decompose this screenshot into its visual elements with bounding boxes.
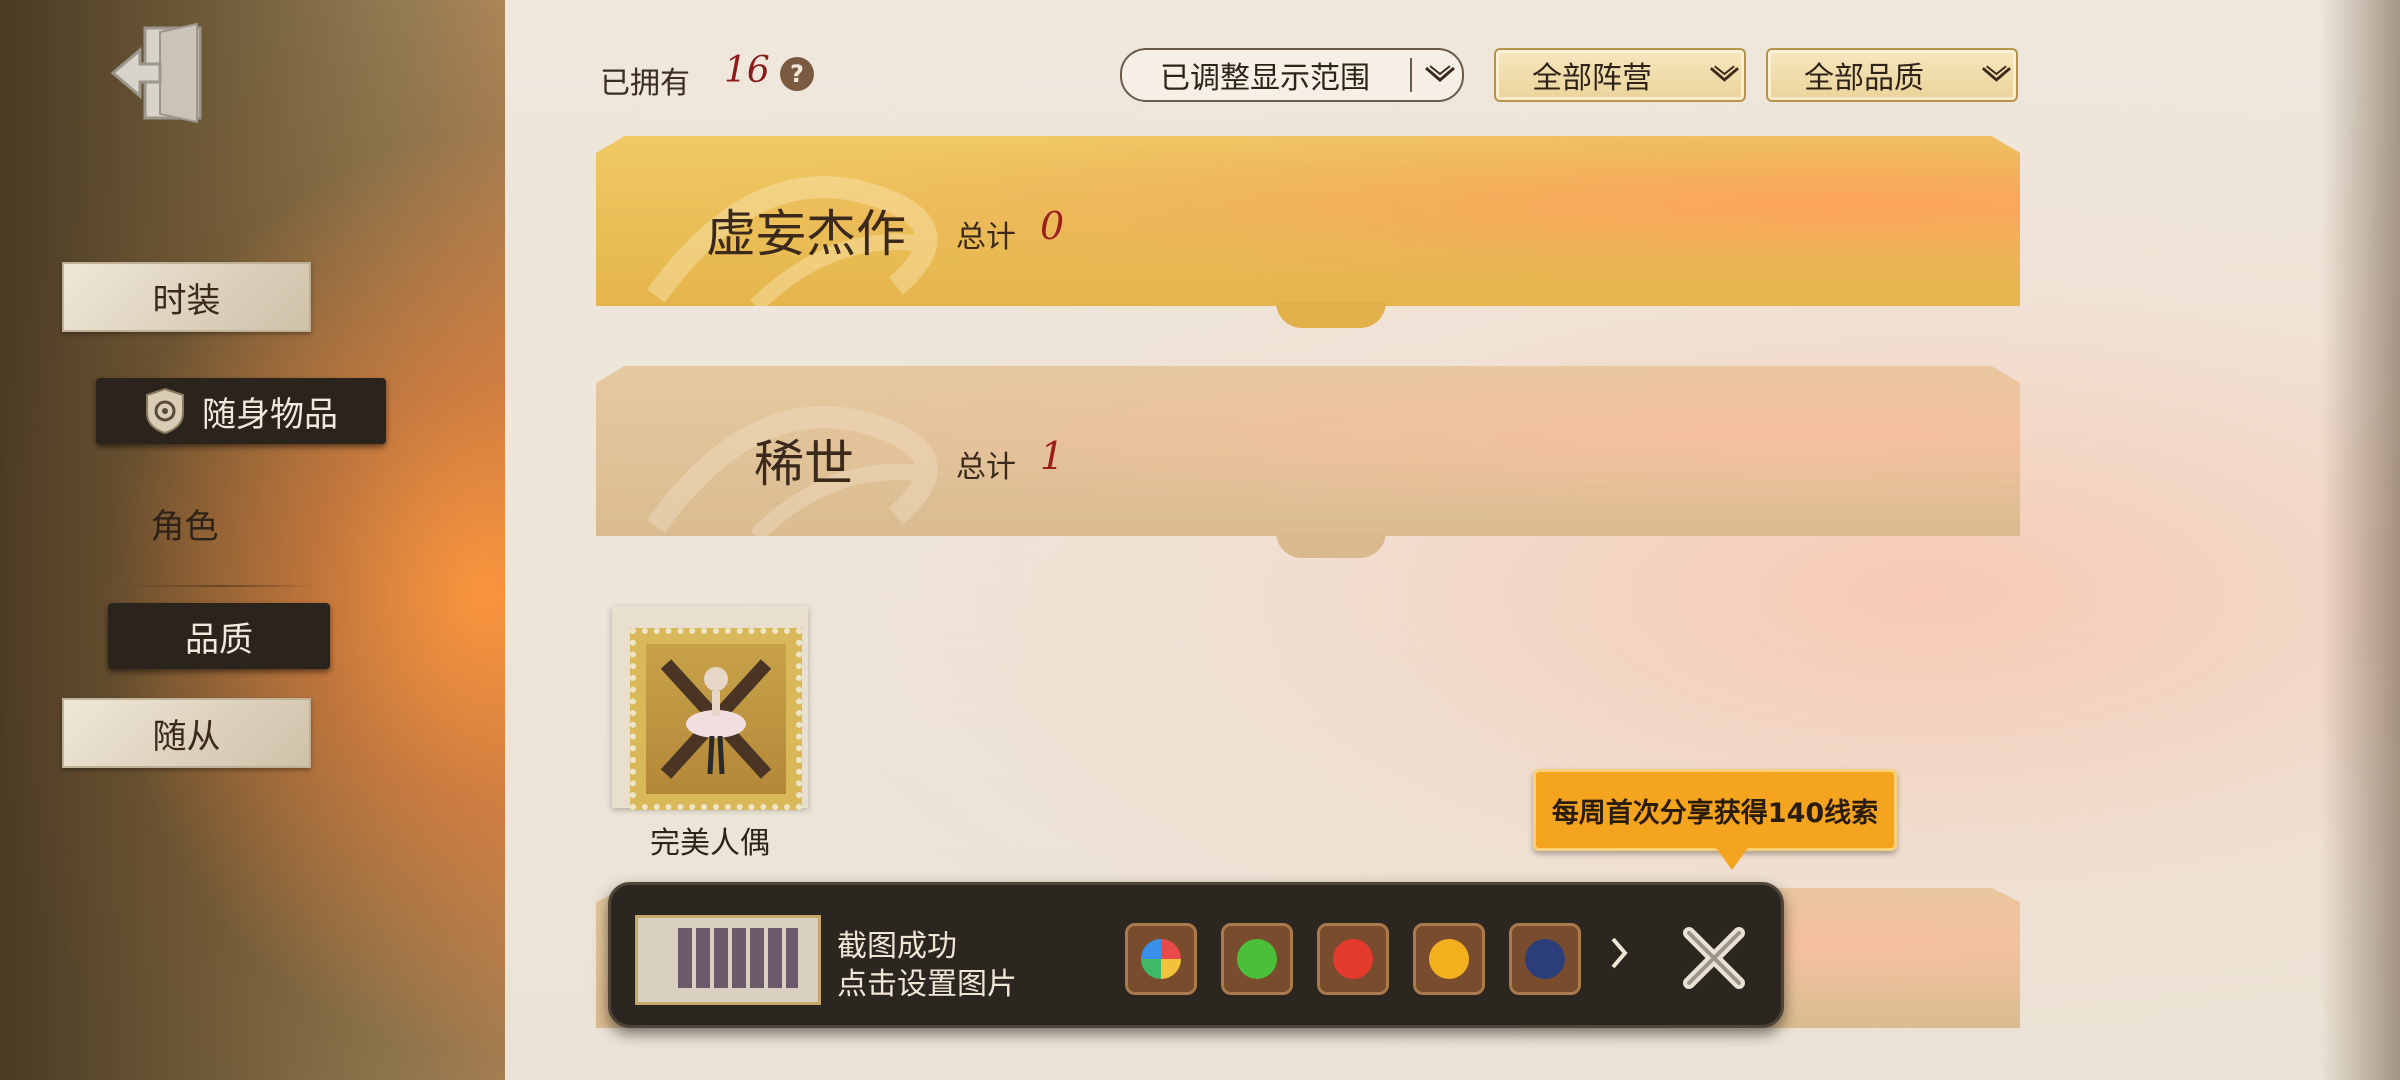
item-card[interactable]	[612, 606, 808, 810]
chevron-right-icon[interactable]	[1609, 933, 1629, 973]
sidebar-divider	[120, 585, 320, 587]
dropdown-label: 全部品质	[1804, 61, 1924, 96]
toast-hint-text[interactable]: 点击设置图片	[837, 959, 1017, 1003]
total-label: 总计	[956, 450, 1016, 485]
wechat-glyph	[1237, 939, 1277, 979]
community-icon[interactable]	[1509, 923, 1581, 995]
share-reward-text: 每周首次分享获得140线索	[1551, 797, 1879, 829]
sidebar-item-label: 随身物品	[202, 394, 338, 435]
sidebar-item-label: 角色	[150, 506, 219, 547]
item-name: 完美人偶	[650, 826, 770, 861]
sidebar-item-quality[interactable]: 品质	[108, 603, 330, 669]
item-portrait	[646, 644, 786, 794]
sidebar-item-fashion[interactable]: 时装	[62, 262, 311, 332]
owned-count: 16	[724, 50, 770, 91]
sidebar-item-character[interactable]: 角色	[62, 490, 307, 556]
dropdown-separator	[1410, 58, 1412, 92]
sidebar-item-label: 品质	[185, 619, 253, 660]
display-range-dropdown[interactable]: 已调整显示范围	[1120, 48, 1464, 102]
shield-emblem-icon	[144, 387, 186, 435]
screenshot-thumbnail[interactable]	[635, 915, 821, 1005]
item-stamp-image	[630, 628, 802, 810]
screenshot-toast: 截图成功 点击设置图片	[608, 882, 1784, 1028]
sidebar-item-label: 随从	[152, 716, 221, 757]
photos-glyph	[1141, 939, 1181, 979]
qzone-icon[interactable]	[1413, 923, 1485, 995]
banner-notch	[1276, 302, 1386, 328]
chevron-down-icon	[1710, 65, 1740, 82]
category-title: 稀世	[754, 435, 854, 493]
weibo-glyph	[1333, 939, 1373, 979]
chevron-down-icon	[1982, 65, 2012, 82]
total-value: 1	[1040, 434, 1065, 478]
sidebar-item-label: 时装	[152, 280, 221, 321]
bubble-tail	[1716, 848, 1748, 870]
thumbnail-preview	[678, 928, 798, 988]
qzone-glyph	[1429, 939, 1469, 979]
left-panel: 时装 随身物品 角色 品质 随从	[0, 0, 510, 1080]
total-value: 0	[1040, 204, 1065, 248]
sidebar-item-accessories[interactable]: 随身物品	[96, 378, 386, 444]
help-icon-glyph: ?	[790, 60, 804, 88]
owned-label: 已拥有	[600, 66, 690, 101]
total-label: 总计	[956, 220, 1016, 255]
wechat-icon[interactable]	[1221, 923, 1293, 995]
category-banner-rare[interactable]: 稀世 总计 1	[596, 366, 2020, 558]
community-glyph	[1525, 939, 1565, 979]
dropdown-label: 全部阵营	[1532, 61, 1652, 96]
category-title: 虚妄杰作	[706, 205, 906, 263]
dropdown-label: 已调整显示范围	[1160, 61, 1370, 96]
chevron-down-icon	[1425, 65, 1455, 82]
weibo-icon[interactable]	[1317, 923, 1389, 995]
share-reward-bubble: 每周首次分享获得140线索	[1533, 769, 1897, 870]
banner-notch	[1276, 532, 1386, 558]
quality-filter-dropdown[interactable]: 全部品质	[1766, 48, 2018, 102]
category-banner-masterpiece[interactable]: 虚妄杰作 总计 0	[596, 136, 2020, 328]
panel-edge	[2320, 0, 2400, 1080]
exit-icon[interactable]	[105, 18, 215, 128]
camp-filter-dropdown[interactable]: 全部阵营	[1494, 48, 1746, 102]
sidebar-item-follower[interactable]: 随从	[62, 698, 311, 768]
close-icon[interactable]	[1679, 923, 1749, 993]
help-icon[interactable]: ?	[780, 57, 814, 91]
photos-icon[interactable]	[1125, 923, 1197, 995]
